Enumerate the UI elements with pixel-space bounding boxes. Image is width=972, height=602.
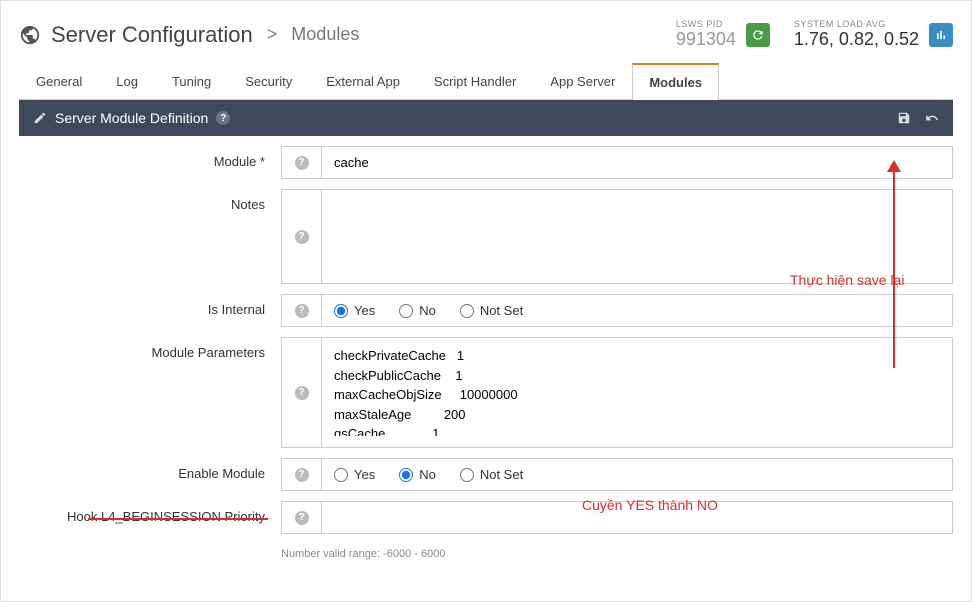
notes-input[interactable] (334, 198, 940, 272)
module-input[interactable] (334, 155, 940, 170)
radio-label: Yes (354, 303, 375, 318)
radio-label: Yes (354, 467, 375, 482)
load-value: 1.76, 0.82, 0.52 (794, 29, 919, 50)
tab-app-server[interactable]: App Server (533, 63, 632, 100)
page-title: Server Configuration (51, 22, 253, 48)
form-body: Module * ? Notes ? Is Internal ? (19, 136, 953, 570)
row-enable: Enable Module ? Yes No Not Set (19, 458, 953, 491)
restart-button[interactable] (746, 23, 770, 47)
notes-label: Notes (19, 189, 281, 212)
internal-radio-group: Yes No Not Set (334, 303, 940, 318)
internal-no[interactable] (399, 304, 413, 318)
row-is-internal: Is Internal ? Yes No Not Set (19, 294, 953, 327)
radio-label: No (419, 467, 436, 482)
help-icon[interactable]: ? (295, 511, 309, 525)
enable-no[interactable] (399, 468, 413, 482)
help-icon[interactable]: ? (216, 111, 230, 125)
panel-title: Server Module Definition (55, 110, 208, 126)
breadcrumb: Server Configuration > Modules (19, 22, 359, 48)
chart-icon (934, 28, 948, 42)
internal-notset[interactable] (460, 304, 474, 318)
internal-yes[interactable] (334, 304, 348, 318)
help-icon[interactable]: ? (295, 386, 309, 400)
params-input[interactable] (334, 346, 940, 436)
stats-button[interactable] (929, 23, 953, 47)
help-icon[interactable]: ? (295, 304, 309, 318)
panel-header: Server Module Definition ? (19, 100, 953, 136)
internal-label: Is Internal (19, 294, 281, 317)
pid-value: 991304 (676, 29, 736, 50)
help-icon[interactable]: ? (295, 468, 309, 482)
hook-label: Hook L4_BEGINSESSION Priority (19, 501, 281, 524)
load-label: SYSTEM LOAD AVG (794, 19, 919, 29)
tab-script-handler[interactable]: Script Handler (417, 63, 533, 100)
radio-label: Not Set (480, 303, 523, 318)
tab-general[interactable]: General (19, 63, 99, 100)
radio-label: No (419, 303, 436, 318)
globe-icon (19, 24, 41, 46)
module-label: Module * (19, 146, 281, 169)
tab-external-app[interactable]: External App (309, 63, 417, 100)
radio-label: Not Set (480, 467, 523, 482)
header-stats: LSWS PID 991304 SYSTEM LOAD AVG 1.76, 0.… (676, 19, 953, 50)
enable-notset[interactable] (460, 468, 474, 482)
tab-security[interactable]: Security (228, 63, 309, 100)
back-icon[interactable] (925, 111, 939, 125)
tab-modules[interactable]: Modules (632, 63, 719, 100)
tab-tuning[interactable]: Tuning (155, 63, 228, 100)
tabs-bar: General Log Tuning Security External App… (19, 62, 953, 100)
params-label: Module Parameters (19, 337, 281, 360)
enable-label: Enable Module (19, 458, 281, 481)
system-load-block: SYSTEM LOAD AVG 1.76, 0.82, 0.52 (794, 19, 953, 50)
row-hook: Hook L4_BEGINSESSION Priority ? (19, 501, 953, 534)
breadcrumb-separator: > (267, 24, 278, 45)
module-panel: Server Module Definition ? Module * ? No… (19, 100, 953, 570)
row-module: Module * ? (19, 146, 953, 179)
row-params: Module Parameters ? (19, 337, 953, 448)
save-icon[interactable] (897, 111, 911, 125)
enable-radio-group: Yes No Not Set (334, 467, 940, 482)
edit-icon (33, 111, 47, 125)
refresh-icon (751, 28, 765, 42)
pid-label: LSWS PID (676, 19, 736, 29)
hook-input[interactable] (334, 510, 940, 525)
lsws-pid-block: LSWS PID 991304 (676, 19, 770, 50)
help-icon[interactable]: ? (295, 230, 309, 244)
hook-hint: Number valid range: -6000 - 6000 (281, 544, 953, 560)
breadcrumb-current: Modules (291, 24, 359, 45)
enable-yes[interactable] (334, 468, 348, 482)
tab-log[interactable]: Log (99, 63, 155, 100)
row-notes: Notes ? (19, 189, 953, 284)
help-icon[interactable]: ? (295, 156, 309, 170)
page-header: Server Configuration > Modules LSWS PID … (11, 1, 961, 62)
